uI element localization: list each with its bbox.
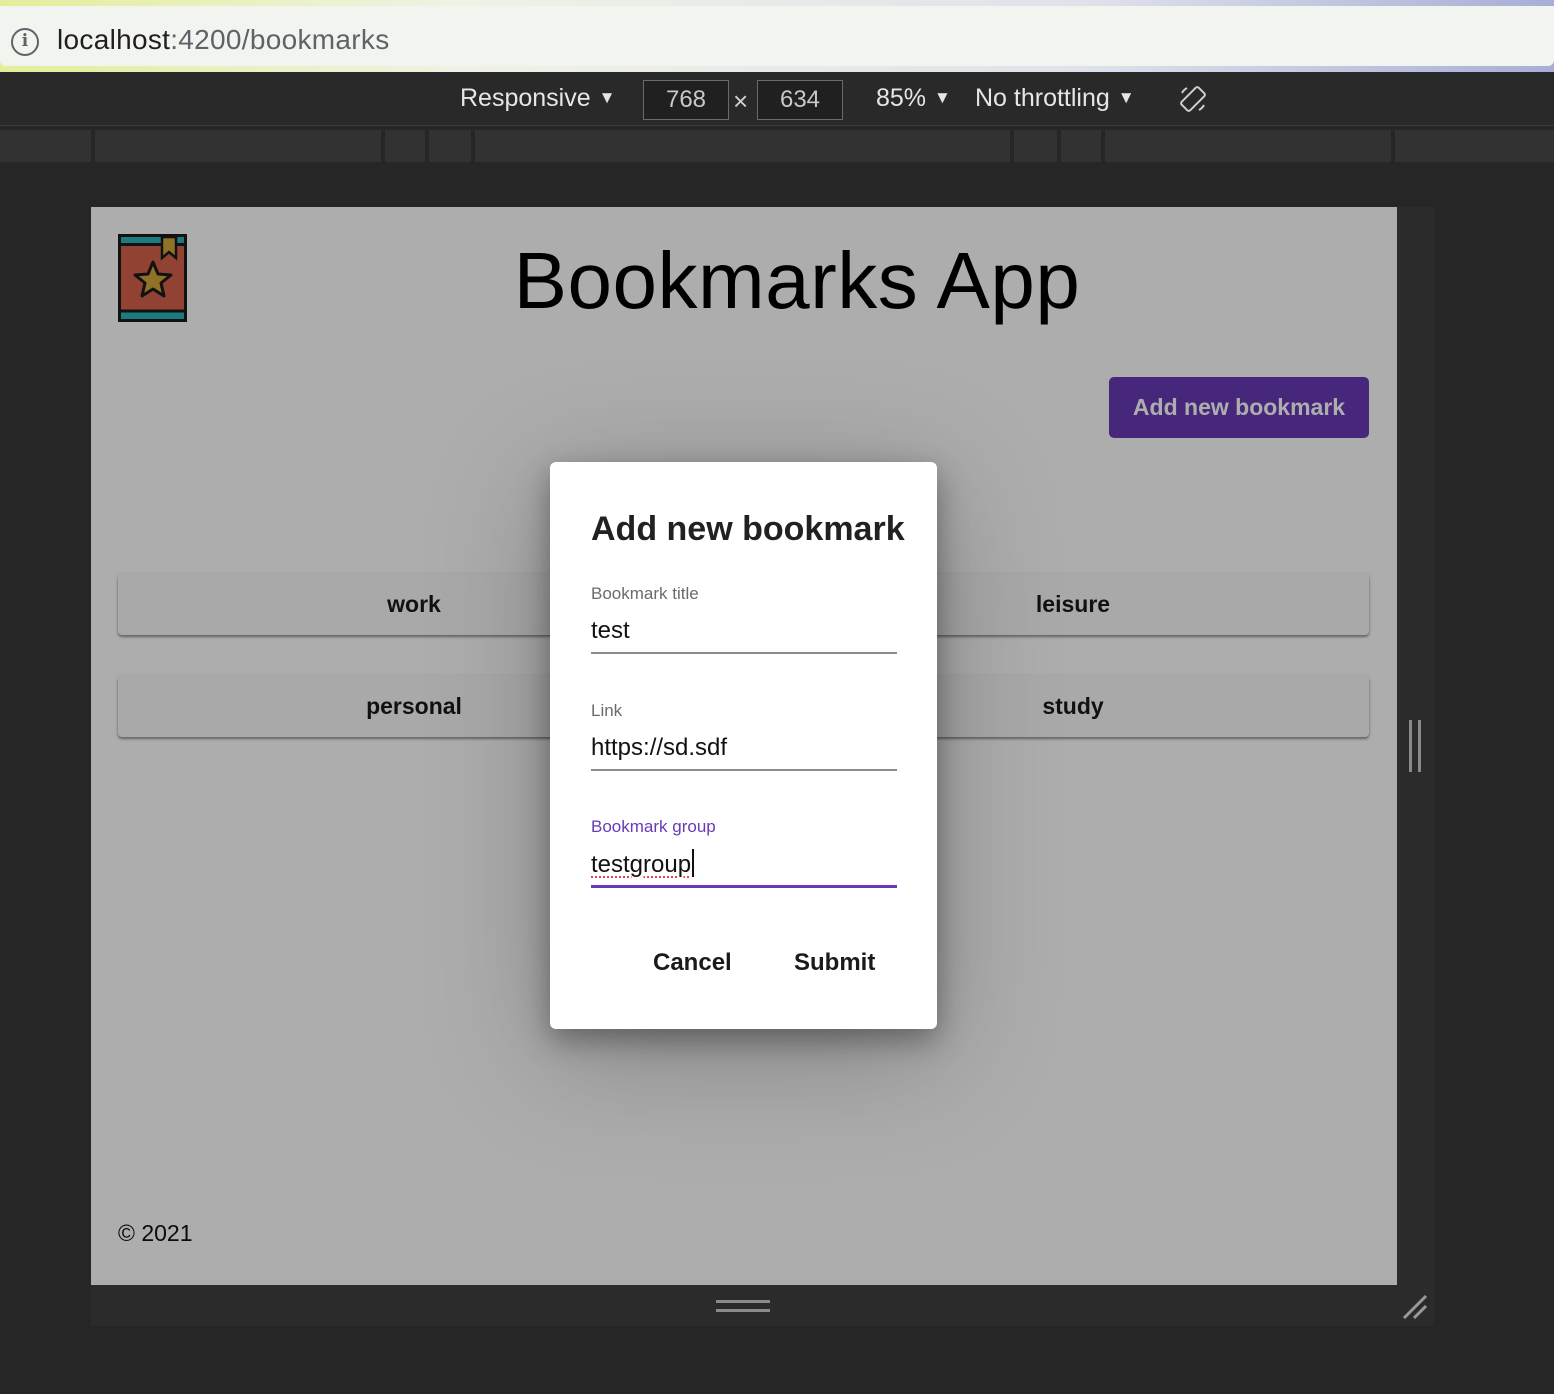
field-label: Bookmark group: [591, 817, 716, 836]
url-text[interactable]: localhost:4200/bookmarks: [57, 24, 390, 56]
ruler-segment[interactable]: [429, 130, 471, 162]
text-caret: [692, 849, 695, 877]
bookmark-title-field[interactable]: Bookmark title test: [591, 584, 897, 654]
caret-down-icon: ▼: [598, 88, 616, 107]
throttling-label: No throttling: [975, 84, 1110, 112]
field-underline: [591, 885, 897, 888]
resize-handle-horizontal-icon[interactable]: [716, 1300, 770, 1312]
cancel-button[interactable]: Cancel: [653, 949, 732, 977]
field-label: Bookmark title: [591, 584, 699, 603]
link-field[interactable]: Link https://sd.sdf: [591, 701, 897, 771]
zoom-dropdown[interactable]: 85% ▼: [876, 84, 951, 113]
ruler-segment[interactable]: [475, 130, 1010, 162]
device-toolbar: Responsive ▼ 768 × 634 85% ▼ No throttling…: [0, 72, 1554, 126]
info-icon[interactable]: i: [11, 28, 39, 56]
field-underline: [591, 769, 897, 771]
dialog-title: Add new bookmark: [591, 510, 905, 548]
ruler-segment[interactable]: [385, 130, 425, 162]
resize-handle-vertical-icon[interactable]: [1409, 720, 1421, 772]
ruler-segment[interactable]: [1105, 130, 1391, 162]
device-mode-label: Responsive: [460, 84, 591, 112]
submit-button[interactable]: Submit: [794, 949, 875, 977]
height-input[interactable]: 634: [757, 80, 843, 120]
add-bookmark-dialog: Add new bookmark Bookmark title test Lin…: [550, 462, 937, 1029]
field-underline: [591, 652, 897, 654]
ruler-segment[interactable]: [1061, 130, 1101, 162]
rotate-icon[interactable]: [1178, 84, 1208, 114]
bookmark-group-input[interactable]: testgroup: [591, 849, 897, 879]
device-mode-dropdown[interactable]: Responsive ▼: [460, 84, 615, 113]
link-input[interactable]: https://sd.sdf: [591, 733, 897, 763]
ruler-segment[interactable]: [1395, 130, 1554, 162]
bookmark-group-field[interactable]: Bookmark group testgroup: [591, 817, 897, 888]
times-icon: ×: [733, 86, 749, 116]
ruler-segment[interactable]: [1014, 130, 1057, 162]
field-label: Link: [591, 701, 623, 720]
caret-down-icon: ▼: [1117, 88, 1135, 107]
zoom-label: 85%: [876, 84, 927, 112]
throttling-dropdown[interactable]: No throttling ▼: [975, 84, 1135, 113]
ruler-segment[interactable]: [95, 130, 381, 162]
address-bar: i localhost:4200/bookmarks: [0, 0, 1554, 72]
device-viewport: Bookmarks App Add new bookmark work leis…: [91, 207, 1397, 1285]
media-query-ruler: [0, 130, 1554, 162]
bookmark-group-value: testgroup: [591, 851, 692, 878]
resize-corner-icon[interactable]: [1400, 1292, 1430, 1322]
caret-down-icon: ▼: [934, 88, 951, 107]
url-path: :4200/bookmarks: [170, 24, 390, 55]
bookmark-title-input[interactable]: test: [591, 616, 897, 646]
ruler-segment[interactable]: [0, 130, 91, 162]
url-host: localhost: [57, 24, 171, 55]
address-bar-field[interactable]: i localhost:4200/bookmarks: [0, 6, 1554, 66]
width-input[interactable]: 768: [643, 80, 729, 120]
